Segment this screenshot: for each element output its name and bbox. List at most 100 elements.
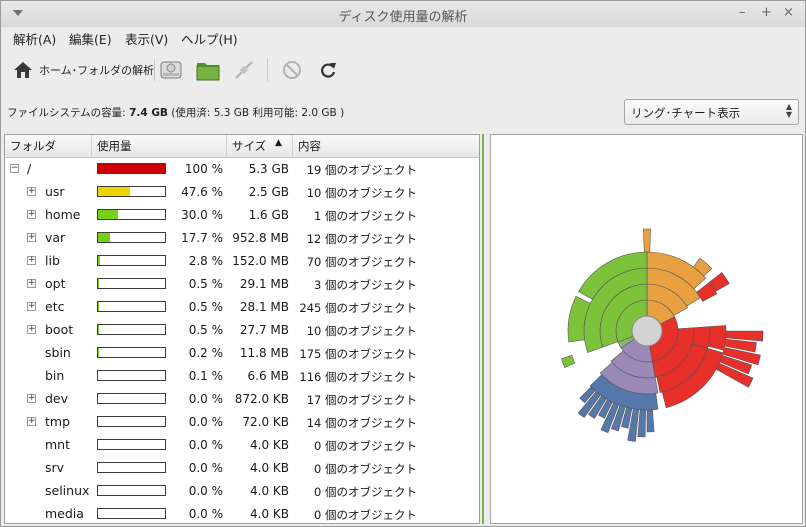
folder-name: bin bbox=[45, 368, 65, 383]
table-row[interactable]: mnt 0.0 % 4.0 KB 0 個のオブジェクト bbox=[5, 433, 479, 456]
table-row[interactable]: + lib 2.8 % 152.0 MB 70 個のオブジェクト bbox=[5, 249, 479, 272]
menu-help[interactable]: ヘルプ(H) bbox=[181, 29, 238, 48]
folder-icon[interactable] bbox=[196, 58, 220, 82]
usage-bar-fill bbox=[98, 164, 165, 173]
toolbar-separator bbox=[154, 59, 155, 81]
folder-size: 29.1 MB bbox=[239, 277, 289, 291]
usage-bar bbox=[97, 370, 166, 381]
menu-bar: 解析(A) 編集(E) 表示(V) ヘルプ(H) bbox=[1, 27, 805, 49]
table-row[interactable]: + usr 47.6 % 2.5 GB 10 個のオブジェクト bbox=[5, 180, 479, 203]
folder-size: 2.5 GB bbox=[248, 185, 289, 199]
ring-center[interactable] bbox=[631, 315, 663, 347]
expand-icon[interactable]: + bbox=[27, 325, 36, 334]
home-icon bbox=[14, 62, 32, 78]
capacity-prefix: ファイルシステムの容量: bbox=[7, 107, 130, 119]
folder-contents: 19 個のオブジェクト bbox=[306, 163, 417, 177]
table-row[interactable]: sbin 0.2 % 11.8 MB 175 個のオブジェクト bbox=[5, 341, 479, 364]
table-row[interactable]: bin 0.1 % 6.6 MB 116 個のオブジェクト bbox=[5, 364, 479, 387]
usage-percent: 0.5 % bbox=[188, 300, 223, 314]
column-header-size[interactable]: サイズ ▲ bbox=[227, 135, 293, 157]
ring-segment-home-spike[interactable] bbox=[561, 355, 576, 369]
usage-percent: 0.0 % bbox=[188, 484, 223, 498]
folder-contents: 0 個のオブジェクト bbox=[314, 508, 417, 522]
folder-contents: 12 個のオブジェクト bbox=[306, 232, 417, 246]
folder-size: 4.0 KB bbox=[250, 438, 289, 452]
menu-edit[interactable]: 編集(E) bbox=[69, 29, 112, 48]
collapse-icon[interactable]: − bbox=[10, 164, 19, 173]
stop-icon[interactable] bbox=[280, 58, 304, 82]
column-header-folder[interactable]: フォルダ bbox=[5, 135, 92, 157]
menu-analyze[interactable]: 解析(A) bbox=[13, 29, 56, 48]
expand-icon[interactable]: + bbox=[27, 279, 36, 288]
expand-icon[interactable]: + bbox=[27, 187, 36, 196]
column-header-usage[interactable]: 使用量 bbox=[92, 135, 227, 157]
folder-name: mnt bbox=[45, 437, 70, 452]
table-row[interactable]: + tmp 0.0 % 72.0 KB 14 個のオブジェクト bbox=[5, 410, 479, 433]
column-header-contents[interactable]: 内容 bbox=[293, 135, 479, 157]
folder-size: 4.0 KB bbox=[250, 507, 289, 521]
table-row[interactable]: + etc 0.5 % 28.1 MB 245 個のオブジェクト bbox=[5, 295, 479, 318]
folder-contents: 0 個のオブジェクト bbox=[314, 462, 417, 476]
usage-bar bbox=[97, 439, 166, 450]
folder-contents: 116 個のオブジェクト bbox=[299, 370, 417, 384]
table-row[interactable]: + opt 0.5 % 29.1 MB 3 個のオブジェクト bbox=[5, 272, 479, 295]
window-title: ディスク使用量の解析 bbox=[338, 10, 468, 25]
table-row[interactable]: + var 17.7 % 952.8 MB 12 個のオブジェクト bbox=[5, 226, 479, 249]
folder-contents: 3 個のオブジェクト bbox=[314, 278, 417, 292]
folder-tree-view[interactable]: フォルダ 使用量 サイズ ▲ 内容 −/ 100 % 5.3 GB 19 個のオブジェク… bbox=[4, 134, 480, 524]
pane-splitter[interactable] bbox=[482, 134, 488, 524]
ring-chart[interactable] bbox=[491, 135, 802, 523]
folder-name: dev bbox=[45, 391, 69, 406]
usage-bar bbox=[97, 186, 166, 197]
usage-bar bbox=[97, 485, 166, 496]
folder-size: 72.0 KB bbox=[242, 415, 289, 429]
usage-percent: 0.0 % bbox=[188, 415, 223, 429]
table-row[interactable]: srv 0.0 % 4.0 KB 0 個のオブジェクト bbox=[5, 456, 479, 479]
view-mode-select[interactable]: リング･チャート表示 ▲ ▼ bbox=[624, 99, 799, 125]
folder-name: srv bbox=[45, 460, 65, 475]
expand-icon[interactable]: + bbox=[27, 394, 36, 403]
ring-segment-usr-spike[interactable] bbox=[643, 228, 651, 253]
table-row[interactable]: media 0.0 % 4.0 KB 0 個のオブジェクト bbox=[5, 502, 479, 523]
disk-icon[interactable] bbox=[159, 58, 183, 82]
minimize-icon[interactable]: – bbox=[739, 5, 746, 20]
table-row[interactable]: −/ 100 % 5.3 GB 19 個のオブジェクト bbox=[5, 157, 479, 180]
refresh-icon[interactable] bbox=[316, 58, 340, 82]
table-row[interactable]: + home 30.0 % 1.6 GB 1 個のオブジェクト bbox=[5, 203, 479, 226]
ring-chart-pane[interactable] bbox=[490, 134, 803, 524]
usage-percent: 47.6 % bbox=[181, 185, 223, 199]
table-row[interactable]: + dev 0.0 % 872.0 KB 17 個のオブジェクト bbox=[5, 387, 479, 410]
ring-segment-lib-outer[interactable] bbox=[646, 409, 655, 433]
usage-bar bbox=[97, 278, 166, 289]
expand-icon[interactable]: + bbox=[27, 256, 36, 265]
column-header-size-label: サイズ bbox=[232, 139, 267, 153]
usage-percent: 0.1 % bbox=[188, 369, 223, 383]
folder-contents: 175 個のオブジェクト bbox=[299, 347, 417, 361]
usage-percent: 0.0 % bbox=[188, 461, 223, 475]
folder-name: usr bbox=[45, 184, 65, 199]
folder-name: sbin bbox=[45, 345, 71, 360]
remote-plug-icon[interactable] bbox=[232, 58, 256, 82]
ring-segment-var-4a[interactable] bbox=[707, 325, 727, 351]
expand-icon[interactable]: + bbox=[27, 302, 36, 311]
toolbar-separator bbox=[267, 59, 268, 81]
expand-icon[interactable]: + bbox=[27, 233, 36, 242]
folder-contents: 0 個のオブジェクト bbox=[314, 485, 417, 499]
usage-bar bbox=[97, 462, 166, 473]
usage-bar bbox=[97, 508, 166, 519]
usage-percent: 0.2 % bbox=[188, 346, 223, 360]
table-row[interactable]: selinux 0.0 % 4.0 KB 0 個のオブジェクト bbox=[5, 479, 479, 502]
usage-percent: 0.0 % bbox=[188, 507, 223, 521]
folder-size: 1.6 GB bbox=[248, 208, 289, 222]
maximize-icon[interactable]: + bbox=[761, 5, 772, 20]
expand-icon[interactable]: + bbox=[27, 417, 36, 426]
ring-segment-lib-outer[interactable] bbox=[637, 409, 646, 438]
spin-arrows-icon: ▲ ▼ bbox=[785, 102, 792, 119]
menu-view[interactable]: 表示(V) bbox=[125, 29, 168, 48]
close-icon[interactable]: × bbox=[783, 5, 794, 20]
scan-home-button[interactable]: ホーム･フォルダの解析 bbox=[13, 59, 154, 81]
expand-icon[interactable]: + bbox=[27, 210, 36, 219]
table-row[interactable]: + boot 0.5 % 27.7 MB 10 個のオブジェクト bbox=[5, 318, 479, 341]
folder-name: / bbox=[27, 161, 32, 176]
tree-header: フォルダ 使用量 サイズ ▲ 内容 bbox=[5, 135, 479, 158]
